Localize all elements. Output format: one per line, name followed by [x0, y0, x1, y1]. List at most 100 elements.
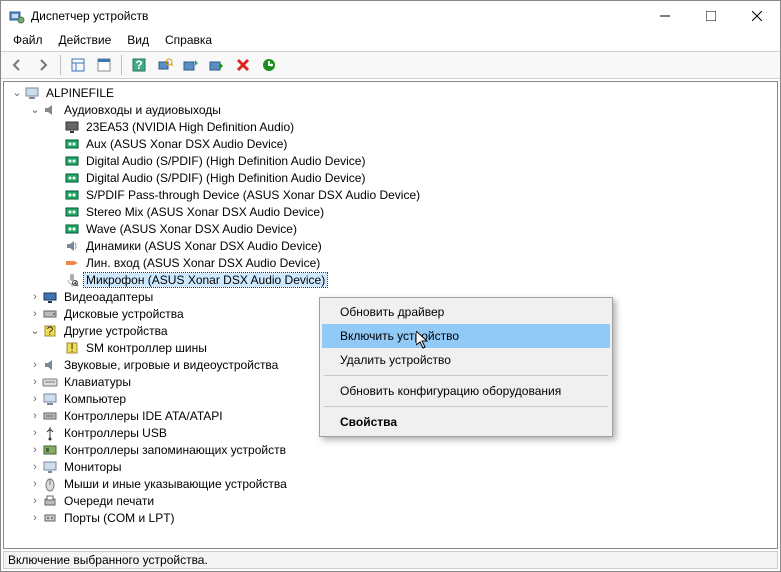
tree-category-audio[interactable]: ⌄ Аудиовходы и аудиовыходы: [6, 101, 777, 118]
tree-label: Аудиовходы и аудиовыходы: [62, 103, 223, 117]
uninstall-button[interactable]: [231, 53, 255, 77]
tree-item[interactable]: Stereo Mix (ASUS Xonar DSX Audio Device): [6, 203, 777, 220]
tree-item[interactable]: Digital Audio (S/PDIF) (High Definition …: [6, 152, 777, 169]
tree-label: Дисковые устройства: [62, 307, 186, 321]
display-icon: [42, 289, 58, 305]
linein-icon: [64, 255, 80, 271]
tree-item[interactable]: Aux (ASUS Xonar DSX Audio Device): [6, 135, 777, 152]
tree-label: Микрофон (ASUS Xonar DSX Audio Device): [84, 273, 327, 287]
maximize-button[interactable]: [688, 1, 734, 31]
ctx-scan-hardware[interactable]: Обновить конфигурацию оборудования: [322, 379, 610, 403]
ctx-update-driver[interactable]: Обновить драйвер: [322, 300, 610, 324]
toolbar: ?: [1, 51, 780, 79]
enable-device-button[interactable]: [205, 53, 229, 77]
tree-label: Лин. вход (ASUS Xonar DSX Audio Device): [84, 256, 322, 270]
tree-root[interactable]: ⌄ ALPINEFILE: [6, 84, 777, 101]
menu-view[interactable]: Вид: [119, 31, 157, 49]
expand-icon[interactable]: ›: [28, 494, 42, 508]
tree-label: 23EA53 (NVIDIA High Definition Audio): [84, 120, 296, 134]
tree-label: ALPINEFILE: [44, 86, 116, 100]
tree-label: Контроллеры USB: [62, 426, 169, 440]
expand-icon[interactable]: ›: [28, 290, 42, 304]
add-hardware-button[interactable]: [257, 53, 281, 77]
tree-label: Компьютер: [62, 392, 128, 406]
tree-item[interactable]: Wave (ASUS Xonar DSX Audio Device): [6, 220, 777, 237]
ctx-delete-device[interactable]: Удалить устройство: [322, 348, 610, 372]
soundcard-icon: [64, 153, 80, 169]
collapse-icon[interactable]: ⌄: [10, 86, 24, 100]
unknown-device-icon: ?: [42, 323, 58, 339]
tree-label: Мониторы: [62, 460, 123, 474]
tree-category[interactable]: › Порты (COM и LPT): [6, 509, 777, 526]
usb-icon: [42, 425, 58, 441]
sound-icon: [42, 357, 58, 373]
tree-category[interactable]: › Очереди печати: [6, 492, 777, 509]
minimize-button[interactable]: [642, 1, 688, 31]
tree-label: Контроллеры запоминающих устройств: [62, 443, 288, 457]
expand-icon[interactable]: ›: [28, 409, 42, 423]
tree-label: Digital Audio (S/PDIF) (High Definition …: [84, 171, 367, 185]
tree-item[interactable]: Digital Audio (S/PDIF) (High Definition …: [6, 169, 777, 186]
soundcard-icon: [64, 136, 80, 152]
soundcard-icon: [64, 187, 80, 203]
menu-help[interactable]: Справка: [157, 31, 220, 49]
expand-icon[interactable]: ›: [28, 307, 42, 321]
expand-icon[interactable]: ›: [28, 511, 42, 525]
tree-label: Очереди печати: [62, 494, 156, 508]
tree-item[interactable]: Лин. вход (ASUS Xonar DSX Audio Device): [6, 254, 777, 271]
toolbar-separator: [121, 55, 122, 75]
show-hide-tree-button[interactable]: [66, 53, 90, 77]
forward-button[interactable]: [31, 53, 55, 77]
tree-category[interactable]: › Мыши и иные указывающие устройства: [6, 475, 777, 492]
ctx-enable-device[interactable]: Включить устройство: [322, 324, 610, 348]
svg-text:!: !: [70, 341, 73, 355]
keyboard-icon: [42, 374, 58, 390]
back-button[interactable]: [5, 53, 29, 77]
computer-icon: [42, 391, 58, 407]
mouse-icon: [42, 476, 58, 492]
status-bar: Включение выбранного устройства.: [3, 551, 778, 569]
tree-label: Другие устройства: [62, 324, 170, 338]
status-text: Включение выбранного устройства.: [8, 553, 208, 568]
speaker-icon: [64, 238, 80, 254]
properties-button[interactable]: [92, 53, 116, 77]
tree-label: Видеоадаптеры: [62, 290, 155, 304]
tree-item[interactable]: Динамики (ASUS Xonar DSX Audio Device): [6, 237, 777, 254]
close-button[interactable]: [734, 1, 780, 31]
ctx-properties[interactable]: Свойства: [322, 410, 610, 434]
computer-icon: [24, 85, 40, 101]
window-title: Диспетчер устройств: [31, 9, 642, 23]
tree-label: S/PDIF Pass-through Device (ASUS Xonar D…: [84, 188, 422, 202]
expand-icon[interactable]: ›: [28, 426, 42, 440]
audio-icon: [42, 102, 58, 118]
expand-icon[interactable]: ›: [28, 477, 42, 491]
tree-item[interactable]: 23EA53 (NVIDIA High Definition Audio): [6, 118, 777, 135]
expand-icon[interactable]: ›: [28, 358, 42, 372]
scan-hardware-button[interactable]: [153, 53, 177, 77]
expand-icon[interactable]: ›: [28, 443, 42, 457]
tree-label: Мыши и иные указывающие устройства: [62, 477, 289, 491]
expand-icon[interactable]: ›: [28, 460, 42, 474]
monitor-icon: [64, 119, 80, 135]
tree-label: Порты (COM и LPT): [62, 511, 177, 525]
tree-label: Звуковые, игровые и видеоустройства: [62, 358, 280, 372]
tree-item[interactable]: S/PDIF Pass-through Device (ASUS Xonar D…: [6, 186, 777, 203]
expand-icon[interactable]: ›: [28, 392, 42, 406]
ide-icon: [42, 408, 58, 424]
unknown-device-warning-icon: !: [64, 340, 80, 356]
tree-category[interactable]: › Контроллеры запоминающих устройств: [6, 441, 777, 458]
titlebar: Диспетчер устройств: [1, 1, 780, 31]
tree-category[interactable]: › Мониторы: [6, 458, 777, 475]
ctx-separator: [324, 375, 608, 376]
collapse-icon[interactable]: ⌄: [28, 103, 42, 117]
menu-file[interactable]: Файл: [5, 31, 51, 49]
soundcard-icon: [64, 170, 80, 186]
update-driver-button[interactable]: [179, 53, 203, 77]
ctx-separator: [324, 406, 608, 407]
collapse-icon[interactable]: ⌄: [28, 324, 42, 338]
menu-action[interactable]: Действие: [51, 31, 120, 49]
help-button[interactable]: ?: [127, 53, 151, 77]
expand-icon[interactable]: ›: [28, 375, 42, 389]
tree-item-selected[interactable]: Микрофон (ASUS Xonar DSX Audio Device): [6, 271, 777, 288]
svg-text:?: ?: [47, 324, 54, 338]
